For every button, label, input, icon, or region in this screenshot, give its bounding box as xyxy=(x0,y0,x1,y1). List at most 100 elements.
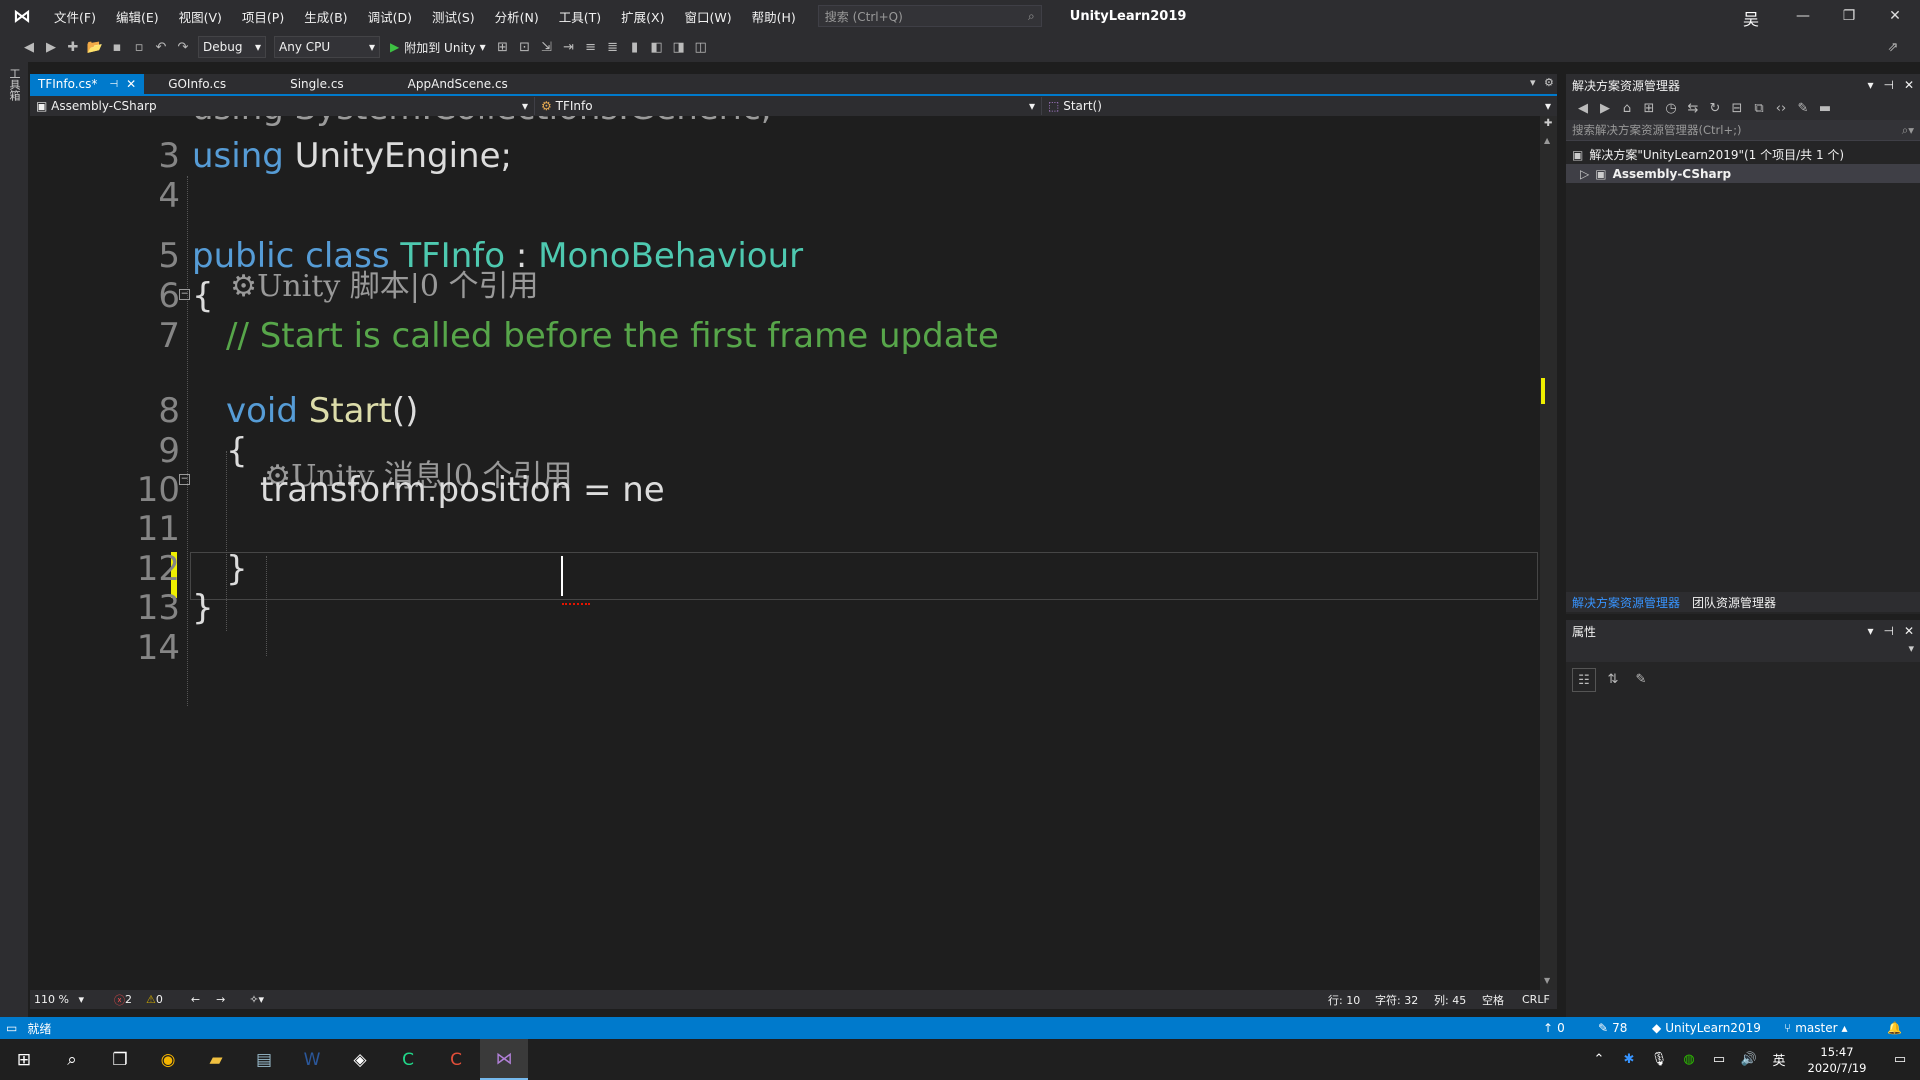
menu-item[interactable]: 调试(D) xyxy=(358,7,422,26)
monitor-app-icon[interactable]: ▤ xyxy=(240,1039,288,1080)
indent-icon[interactable]: ⇥ xyxy=(558,36,580,58)
pin-icon[interactable]: ⊣ xyxy=(109,79,118,90)
push-count[interactable]: ↑ 0 xyxy=(1543,1021,1565,1035)
platform-select[interactable]: Any CPU ▾ xyxy=(274,36,380,58)
tab-single[interactable]: Single.cs xyxy=(282,74,352,94)
menu-item[interactable]: 工具(T) xyxy=(549,7,611,26)
tab-tfinfo[interactable]: TFInfo.cs* ⊣ ✕ xyxy=(30,74,145,94)
recorder-icon[interactable]: C xyxy=(432,1039,480,1080)
home-icon[interactable]: ⌂ xyxy=(1616,97,1638,119)
visual-studio-logo-icon[interactable]: ⋈ xyxy=(0,0,44,32)
chevron-up-icon[interactable]: ⌃ xyxy=(1584,1052,1614,1067)
tab-goinfo[interactable]: GOInfo.cs xyxy=(160,74,234,94)
action-center-icon[interactable]: ▭ xyxy=(1880,1052,1920,1067)
bluetooth-icon[interactable]: ✱ xyxy=(1614,1052,1644,1067)
word-icon[interactable]: W xyxy=(288,1039,336,1080)
undo-icon[interactable]: ↶ xyxy=(150,36,172,58)
menu-item[interactable]: 帮助(H) xyxy=(742,7,806,26)
forward-icon[interactable]: ▶ xyxy=(40,36,62,58)
chevron-down-icon[interactable]: ▾ xyxy=(1867,78,1873,92)
minimize-icon[interactable]: — xyxy=(1780,0,1826,32)
ime-indicator[interactable]: 英 xyxy=(1764,1050,1794,1069)
member-dropdown[interactable]: ⬚ Start() ▾ xyxy=(1042,97,1557,115)
menu-item[interactable]: 分析(N) xyxy=(485,7,549,26)
repo-indicator[interactable]: ◆ UnityLearn2019 xyxy=(1652,1021,1761,1035)
menu-item[interactable]: 窗口(W) xyxy=(674,7,741,26)
bookmark-icon[interactable]: ▮ xyxy=(624,36,646,58)
back-icon[interactable]: ◀ xyxy=(18,36,40,58)
clear-bookmarks-icon[interactable]: ◫ xyxy=(690,36,712,58)
menu-item[interactable]: 视图(V) xyxy=(169,7,232,26)
clock[interactable]: 15:47 2020/7/19 xyxy=(1794,1044,1880,1076)
file-explorer-icon[interactable]: ▰ xyxy=(192,1039,240,1080)
branch-indicator[interactable]: ⑂ master ▴ xyxy=(1784,1021,1848,1035)
prev-bookmark-icon[interactable]: ◧ xyxy=(646,36,668,58)
collapse-icon[interactable]: − xyxy=(179,474,190,485)
close-icon[interactable]: ✕ xyxy=(1872,0,1918,32)
close-icon[interactable]: ✕ xyxy=(1904,78,1914,92)
scroll-up-icon[interactable]: ▲ xyxy=(1544,136,1550,145)
gear-icon[interactable]: ⚙ xyxy=(1544,76,1554,89)
config-select[interactable]: Debug ▾ xyxy=(198,36,266,58)
changes-count[interactable]: ✎ 78 xyxy=(1598,1021,1627,1035)
menu-item[interactable]: 编辑(E) xyxy=(106,7,169,26)
tree-row-solution[interactable]: ▣ 解决方案"UnityLearn2019"(1 个项目/共 1 个) xyxy=(1566,145,1920,164)
pin-icon[interactable]: ⊣ xyxy=(1883,78,1893,92)
search-input[interactable]: 搜索 (Ctrl+Q) ⌕ xyxy=(817,5,1042,27)
collapse-icon[interactable]: − xyxy=(179,289,190,300)
pin-icon[interactable]: ⊣ xyxy=(1883,624,1893,638)
next-issue-icon[interactable]: → xyxy=(216,993,225,1006)
preview-icon[interactable]: ▬ xyxy=(1814,97,1836,119)
eol-indicator[interactable]: CRLF xyxy=(1522,993,1550,1006)
restore-icon[interactable]: ❐ xyxy=(1826,0,1872,32)
attach-unity-button[interactable]: ▶ 附加到 Unity ▾ xyxy=(390,39,486,56)
next-bookmark-icon[interactable]: ◨ xyxy=(668,36,690,58)
redo-icon[interactable]: ↷ xyxy=(172,36,194,58)
tab-solution-explorer[interactable]: 解决方案资源管理器 xyxy=(1566,594,1686,611)
task-view-icon[interactable]: ❐ xyxy=(96,1039,144,1080)
uncomment-icon[interactable]: ≣ xyxy=(602,36,624,58)
tab-dropdown-icon[interactable]: ▾ xyxy=(1530,76,1536,89)
live-share-icon[interactable]: ⇗ xyxy=(1882,36,1904,58)
wechat-icon[interactable]: ◍ xyxy=(1674,1052,1704,1067)
sync-icon[interactable]: ⇆ xyxy=(1682,97,1704,119)
camtasia-icon[interactable]: C xyxy=(384,1039,432,1080)
solution-search-input[interactable]: 搜索解决方案资源管理器(Ctrl+;) ⌕▾ xyxy=(1566,120,1920,141)
windows-start-icon[interactable]: ⊞ xyxy=(0,1039,48,1080)
show-all-icon[interactable]: ⧉ xyxy=(1748,97,1770,119)
code-cleanup-icon[interactable]: ✧▾ xyxy=(249,993,264,1006)
warning-count[interactable]: ⚠ 0 xyxy=(146,993,163,1006)
split-icon[interactable]: ✚ xyxy=(1544,118,1552,129)
project-dropdown[interactable]: ▣ Assembly-CSharp ▾ xyxy=(30,97,536,115)
categorized-icon[interactable]: ☷ xyxy=(1572,668,1596,692)
chrome-icon[interactable]: ◉ xyxy=(144,1039,192,1080)
object-select[interactable]: ▾ xyxy=(1566,642,1920,662)
network-icon[interactable]: ▭ xyxy=(1704,1052,1734,1067)
microphone-icon[interactable]: 🎙 xyxy=(1644,1052,1674,1067)
search-icon[interactable]: ⌕▾ xyxy=(1902,123,1914,138)
menu-item[interactable]: 扩展(X) xyxy=(611,7,674,26)
open-file-icon[interactable]: 📂 xyxy=(84,36,106,58)
collapse-all-icon[interactable]: ⊟ xyxy=(1726,97,1748,119)
code-editor[interactable]: using System.Collections.Generic; − − ⚙U… xyxy=(30,116,1540,990)
prev-issue-icon[interactable]: ← xyxy=(191,993,200,1006)
switch-views-icon[interactable]: ⊞ xyxy=(1638,97,1660,119)
wrench-icon[interactable]: ✎ xyxy=(1792,97,1814,119)
screenshot-icon[interactable]: ⊡ xyxy=(514,36,536,58)
tab-appandscene[interactable]: AppAndScene.cs xyxy=(400,74,516,94)
history-icon[interactable]: ◷ xyxy=(1660,97,1682,119)
menu-item[interactable]: 文件(F) xyxy=(44,7,106,26)
close-icon[interactable]: ✕ xyxy=(126,77,136,91)
browser-link-icon[interactable]: ⊞ xyxy=(492,36,514,58)
menu-item[interactable]: 生成(B) xyxy=(294,7,357,26)
tab-team-explorer[interactable]: 团队资源管理器 xyxy=(1686,594,1782,611)
avatar[interactable]: 吴 xyxy=(1743,6,1759,30)
class-dropdown[interactable]: ⚙ TFInfo ▾ xyxy=(535,97,1043,115)
save-all-icon[interactable]: ▫ xyxy=(128,36,150,58)
scroll-down-icon[interactable]: ▼ xyxy=(1544,976,1550,985)
alphabetical-icon[interactable]: ⇅ xyxy=(1602,668,1624,690)
menu-item[interactable]: 项目(P) xyxy=(232,7,294,26)
save-icon[interactable]: ▪ xyxy=(106,36,128,58)
property-pages-icon[interactable]: ✎ xyxy=(1630,668,1652,690)
zoom-select[interactable]: 110 % ▾ xyxy=(30,993,84,1006)
